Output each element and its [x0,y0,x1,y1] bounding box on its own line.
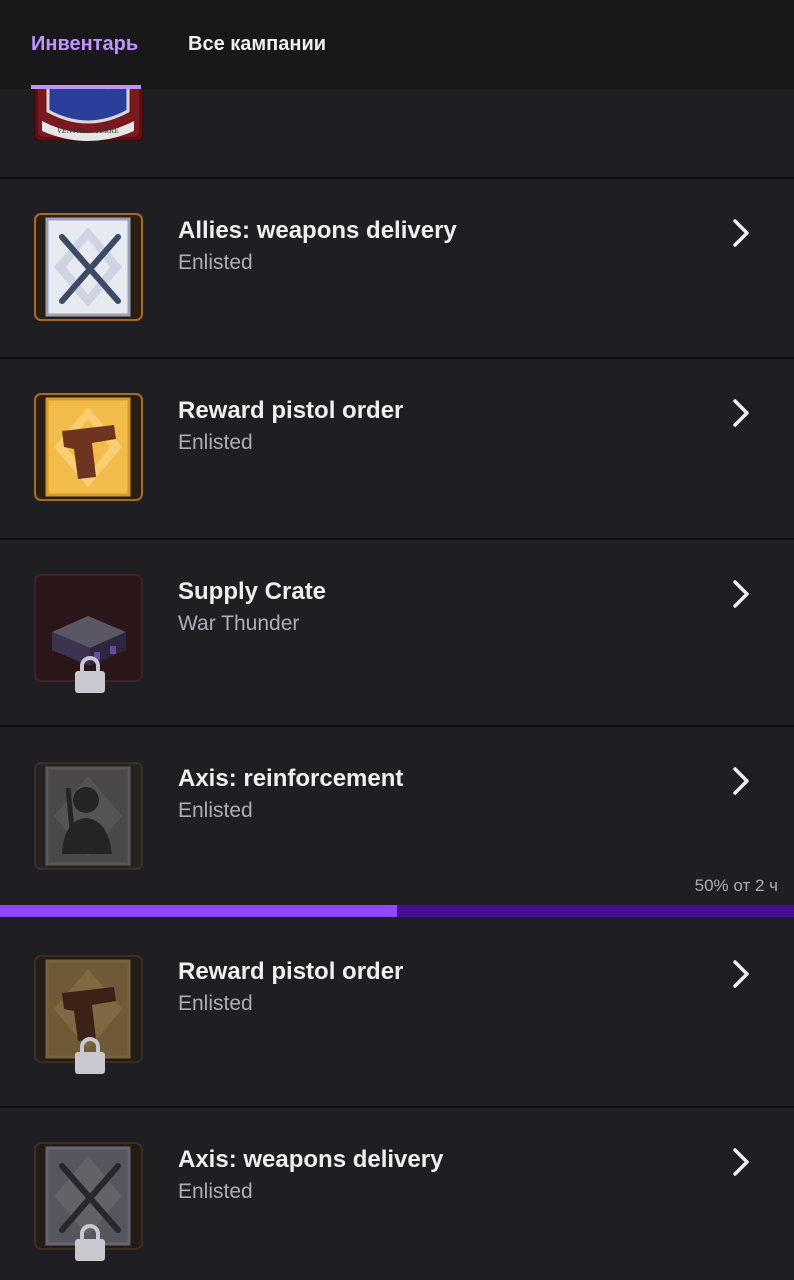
progress-fill [0,905,397,917]
progress-label: 50% от 2 ч [694,876,778,895]
tab-all-campaigns[interactable]: Все кампании [188,33,326,56]
item-title: Allies: weapons delivery [178,217,457,244]
chevron-right-icon[interactable] [728,1145,754,1179]
lock-icon [73,654,107,694]
list-item[interactable]: Supply Crate War Thunder [0,540,794,727]
list-item[interactable]: Axis: reinforcement Enlisted [0,727,794,905]
chevron-right-icon[interactable] [728,957,754,991]
chevron-right-icon[interactable] [728,577,754,611]
tab-inventory[interactable]: Инвентарь [31,33,138,56]
item-game: Enlisted [178,799,253,822]
item-title: Supply Crate [178,578,327,605]
progress-bar [0,905,794,917]
item-title: Axis: weapons delivery [178,1146,444,1173]
list-item[interactable]: Allies: weapons delivery Enlisted [0,179,794,359]
svg-text:VENTRE A TERRE: VENTRE A TERRE [57,126,119,135]
item-title: Axis: reinforcement [178,765,404,792]
item-game: Enlisted [178,1180,253,1203]
chevron-right-icon[interactable] [728,396,754,430]
list-item[interactable]: Reward pistol order Enlisted [0,359,794,540]
tab-bar: Инвентарь Все кампании [0,0,794,89]
item-title: Reward pistol order [178,958,404,985]
item-game: Enlisted [178,251,253,274]
item-title: Reward pistol order [178,397,404,424]
item-game: Enlisted [178,431,253,454]
pistol-icon [34,393,143,501]
list-item[interactable]: Reward pistol order Enlisted [0,917,794,1108]
chevron-right-icon[interactable] [728,216,754,250]
crossed-rifles-icon [34,213,143,321]
item-game: War Thunder [178,612,300,635]
drops-list: VENTRE A TERRE Allies: weapons delivery … [0,0,794,1280]
active-tab-indicator [31,85,141,89]
lock-icon [73,1035,107,1075]
lock-icon [73,1222,107,1262]
soldier-silhouette-icon [34,762,143,870]
chevron-right-icon[interactable] [728,764,754,798]
item-game: Enlisted [178,992,253,1015]
list-item[interactable]: Axis: weapons delivery Enlisted [0,1108,794,1280]
